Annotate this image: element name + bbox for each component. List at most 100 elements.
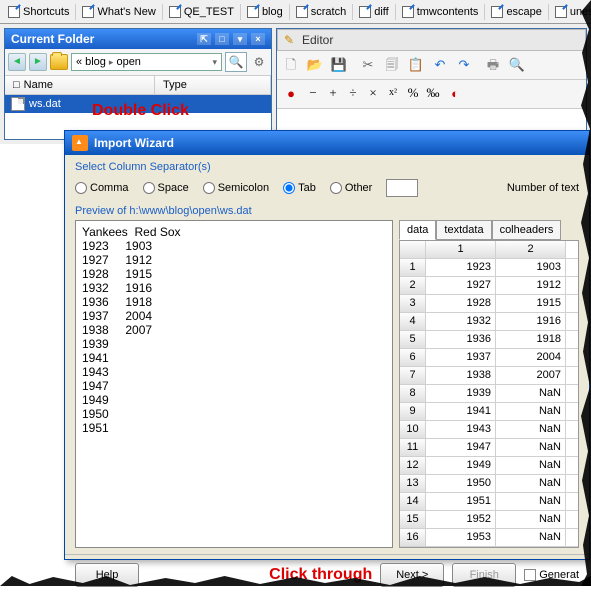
grid-cell[interactable]: 1950 — [426, 475, 496, 492]
other-separator-input[interactable] — [386, 179, 418, 197]
run-icon[interactable]: ◐ — [444, 83, 466, 105]
grid-cell[interactable]: NaN — [496, 439, 566, 456]
preview-text-box[interactable]: Yankees Red Sox1923 19031927 19121928 19… — [75, 220, 393, 548]
grid-row-header[interactable]: 13 — [400, 475, 426, 492]
folder-icon[interactable] — [50, 54, 68, 70]
grid-cell[interactable]: 1937 — [426, 349, 496, 366]
shortcut-item[interactable]: blog — [241, 4, 290, 20]
percent-icon[interactable]: % — [404, 83, 422, 103]
print-icon[interactable]: 🖶 — [482, 54, 504, 76]
grid-row-header[interactable]: 12 — [400, 457, 426, 474]
grid-cell[interactable]: NaN — [496, 493, 566, 510]
grid-cell[interactable]: 1938 — [426, 367, 496, 384]
plus-icon[interactable]: + — [324, 83, 342, 103]
panel-out-icon[interactable]: ⇱ — [197, 33, 211, 45]
grid-cell[interactable]: 1918 — [496, 331, 566, 348]
checkbox-icon[interactable] — [524, 569, 536, 581]
new-file-icon[interactable]: 🗋 — [280, 54, 302, 76]
paste-icon[interactable]: 📋 — [405, 54, 427, 76]
bc-open[interactable]: open — [116, 56, 140, 68]
breadcrumb[interactable]: « blog ▸ open ▾ — [71, 53, 222, 71]
shortcut-item[interactable]: scratch — [290, 4, 353, 20]
panel-menu-icon[interactable]: ▾ — [233, 33, 247, 45]
open-file-icon[interactable]: 📂 — [304, 54, 326, 76]
divide-icon[interactable]: ÷ — [344, 83, 362, 103]
grid-row-header[interactable]: 15 — [400, 511, 426, 528]
save-icon[interactable]: 💾 — [328, 54, 350, 76]
grid-cell[interactable]: 1952 — [426, 511, 496, 528]
minus-icon[interactable]: − — [304, 83, 322, 103]
grid-col-header[interactable]: 1 — [426, 241, 496, 258]
grid-row[interactable]: 119231903 — [400, 259, 578, 277]
tab-colheaders[interactable]: colheaders — [492, 220, 562, 240]
grid-cell[interactable]: 1936 — [426, 331, 496, 348]
grid-row[interactable]: 519361918 — [400, 331, 578, 349]
grid-row-header[interactable]: 6 — [400, 349, 426, 366]
grid-cell[interactable]: 1928 — [426, 295, 496, 312]
grid-row[interactable]: 161953NaN — [400, 529, 578, 547]
bc-blog[interactable]: blog — [85, 56, 106, 68]
grid-cell[interactable]: NaN — [496, 529, 566, 546]
grid-cell[interactable]: NaN — [496, 421, 566, 438]
redo-icon[interactable]: ↷ — [453, 54, 475, 76]
radio-other[interactable]: Other — [330, 182, 373, 194]
cut-icon[interactable]: ✂ — [357, 54, 379, 76]
grid-row-header[interactable]: 14 — [400, 493, 426, 510]
grid-row-header[interactable]: 10 — [400, 421, 426, 438]
paren-icon[interactable]: ‰ — [424, 83, 442, 103]
grid-cell[interactable]: 1923 — [426, 259, 496, 276]
grid-row[interactable]: 419321916 — [400, 313, 578, 331]
power-icon[interactable]: x² — [384, 83, 402, 103]
grid-row-header[interactable]: 7 — [400, 367, 426, 384]
grid-row[interactable]: 91941NaN — [400, 403, 578, 421]
grid-row[interactable]: 719382007 — [400, 367, 578, 385]
grid-row[interactable]: 111947NaN — [400, 439, 578, 457]
grid-row[interactable]: 81939NaN — [400, 385, 578, 403]
grid-cell[interactable]: NaN — [496, 403, 566, 420]
grid-cell[interactable]: 1932 — [426, 313, 496, 330]
grid-row[interactable]: 141951NaN — [400, 493, 578, 511]
grid-col-header[interactable]: 2 — [496, 241, 566, 258]
grid-row[interactable]: 319281915 — [400, 295, 578, 313]
grid-row-header[interactable]: 9 — [400, 403, 426, 420]
back-button[interactable]: ◄ — [8, 53, 26, 71]
shortcut-item[interactable]: tmwcontents — [396, 4, 486, 20]
radio-comma[interactable]: Comma — [75, 182, 129, 194]
grid-row-header[interactable]: 1 — [400, 259, 426, 276]
grid-cell[interactable]: 1941 — [426, 403, 496, 420]
forward-button[interactable]: ► — [29, 53, 47, 71]
grid-row-header[interactable]: 3 — [400, 295, 426, 312]
shortcut-item[interactable]: diff — [353, 4, 395, 20]
grid-row-header[interactable]: 4 — [400, 313, 426, 330]
grid-row[interactable]: 619372004 — [400, 349, 578, 367]
grid-row[interactable]: 151952NaN — [400, 511, 578, 529]
grid-cell[interactable]: 1915 — [496, 295, 566, 312]
undo-icon[interactable]: ↶ — [429, 54, 451, 76]
grid-row-header[interactable]: 5 — [400, 331, 426, 348]
panel-close-icon[interactable]: × — [251, 33, 265, 45]
grid-cell[interactable]: 1912 — [496, 277, 566, 294]
search-button[interactable]: 🔍 — [225, 52, 247, 72]
tab-textdata[interactable]: textdata — [436, 220, 491, 240]
grid-cell[interactable]: NaN — [496, 475, 566, 492]
grid-row[interactable]: 121949NaN — [400, 457, 578, 475]
grid-row[interactable]: 131950NaN — [400, 475, 578, 493]
tab-data[interactable]: data — [399, 220, 436, 240]
grid-row[interactable]: 101943NaN — [400, 421, 578, 439]
grid-row-header[interactable]: 11 — [400, 439, 426, 456]
data-grid[interactable]: 1211923190321927191231928191541932191651… — [399, 240, 579, 548]
grid-cell[interactable]: 1951 — [426, 493, 496, 510]
col-type[interactable]: Type — [155, 76, 271, 94]
grid-cell[interactable]: 2007 — [496, 367, 566, 384]
find-icon[interactable]: 🔍 — [506, 54, 528, 76]
bc-more[interactable]: « — [76, 56, 82, 68]
grid-cell[interactable]: NaN — [496, 385, 566, 402]
copy-icon[interactable]: 🗐 — [381, 54, 403, 76]
gear-icon[interactable]: ⚙ — [250, 53, 268, 71]
shortcut-item[interactable]: escape — [485, 4, 548, 20]
grid-cell[interactable]: NaN — [496, 457, 566, 474]
grid-row[interactable]: 219271912 — [400, 277, 578, 295]
grid-cell[interactable]: 1939 — [426, 385, 496, 402]
shortcut-item[interactable]: QE_TEST — [163, 4, 241, 20]
radio-semicolon[interactable]: Semicolon — [203, 182, 269, 194]
